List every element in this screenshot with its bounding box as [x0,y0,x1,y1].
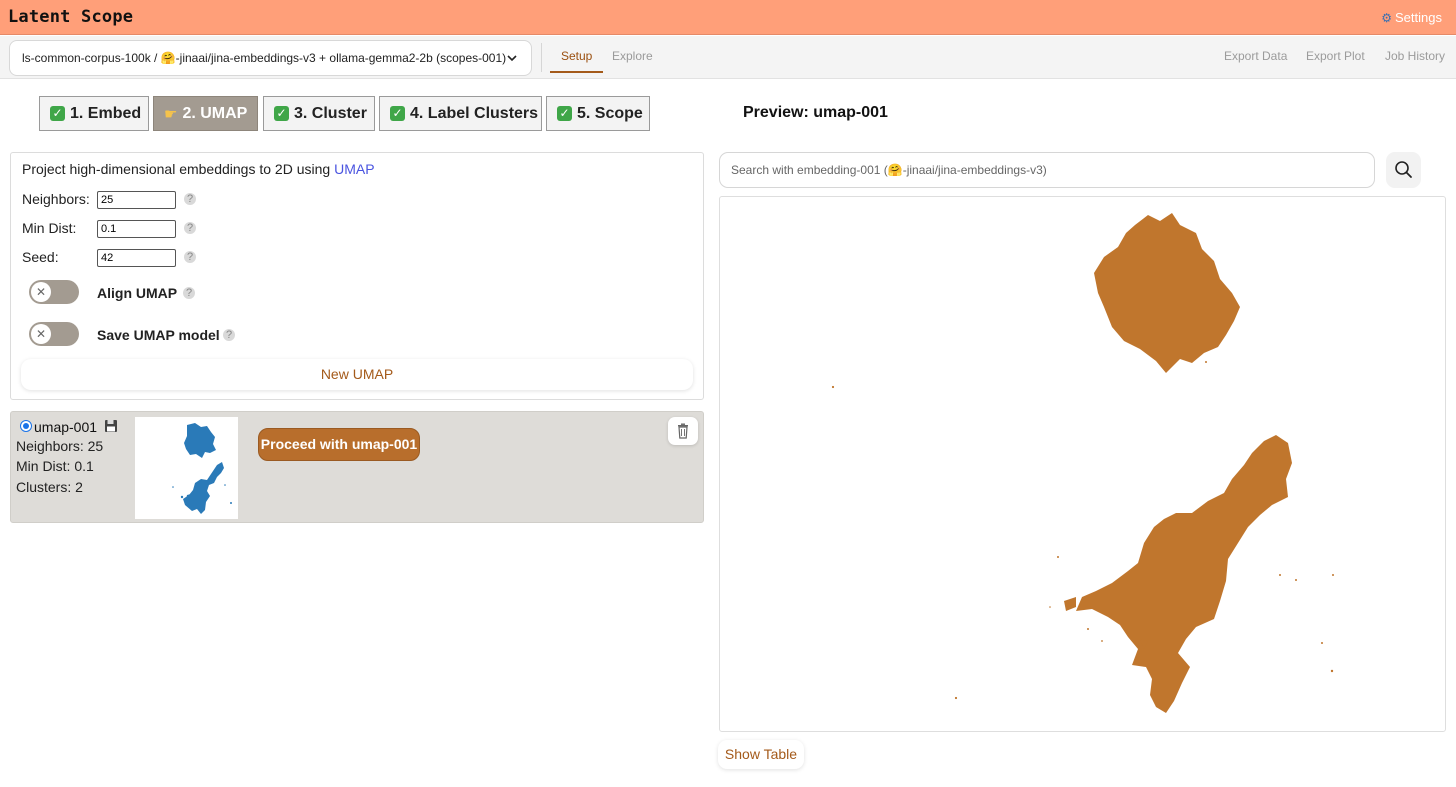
align-umap-label: Align UMAP [97,285,178,301]
help-icon[interactable]: ? [223,329,235,341]
step-label: 1. Embed [70,104,142,122]
umap-select-radio[interactable] [20,420,32,432]
step-umap[interactable]: ☛ 2. UMAP [153,96,258,131]
min-dist-label: Min Dist: [22,220,77,236]
preview-title: Preview: umap-001 [743,104,888,121]
search-placeholder: Search with embedding-001 (🤗-jinaai/jina… [731,163,1047,177]
search-input[interactable]: Search with embedding-001 (🤗-jinaai/jina… [719,152,1375,188]
close-icon: ✕ [31,282,51,302]
umap-clusters: Clusters: 2 [16,479,83,495]
umap-scatter-plot[interactable] [719,196,1446,732]
form-description: Project high-dimensional embeddings to 2… [22,161,375,177]
umap-docs-link[interactable]: UMAP [334,161,374,177]
umap-result-card: umap-001 Neighbors: 25 Min Dist: 0.1 Clu… [10,411,704,523]
divider [541,43,542,72]
check-icon: ✓ [274,106,289,121]
align-umap-toggle[interactable]: ✕ [29,280,79,304]
tab-explore[interactable]: Explore [612,49,653,63]
export-plot-link[interactable]: Export Plot [1306,49,1365,63]
export-data-link[interactable]: Export Data [1224,49,1287,63]
seed-label: Seed: [22,249,59,265]
save-umap-model-label: Save UMAP model [97,327,220,343]
upper-cluster [1094,213,1240,373]
umap-name: umap-001 [34,419,98,435]
umap-form: Project high-dimensional embeddings to 2… [10,152,704,400]
check-icon: ✓ [390,106,405,121]
umap-min-dist: Min Dist: 0.1 [16,458,94,474]
search-icon [1395,161,1412,178]
floppy-disk-icon [105,420,117,432]
neighbors-input[interactable] [97,191,176,209]
umap-thumbnail[interactable] [135,417,238,519]
description-text: Project high-dimensional embeddings to 2… [22,161,331,177]
step-cluster[interactable]: ✓ 3. Cluster [263,96,375,131]
scatter-canvas[interactable] [720,197,1446,732]
seed-input[interactable] [97,249,176,267]
tab-setup-underline [550,71,603,73]
min-dist-input[interactable] [97,220,176,238]
help-icon[interactable]: ? [184,193,196,205]
gear-icon: ⚙ [1381,10,1393,25]
check-icon: ✓ [557,106,572,121]
step-label: 3. Cluster [294,104,367,122]
check-icon: ✓ [50,106,65,121]
dataset-select-value: ls-common-corpus-100k / 🤗-jinaai/jina-em… [22,51,507,65]
step-label: 5. Scope [577,104,643,122]
settings-label: Settings [1395,10,1442,25]
new-umap-button[interactable]: New UMAP [21,359,693,390]
dataset-select[interactable]: ls-common-corpus-100k / 🤗-jinaai/jina-em… [9,40,532,76]
delete-umap-button[interactable] [668,417,698,445]
help-icon[interactable]: ? [183,287,195,299]
app-title[interactable]: Latent Scope [8,7,133,27]
chevron-down-icon [507,55,517,62]
lower-cluster [1076,435,1292,713]
trash-icon [678,423,688,439]
step-label-clusters[interactable]: ✓ 4. Label Clusters [379,96,542,131]
step-label: 4. Label Clusters [410,104,539,122]
proceed-button[interactable]: Proceed with umap-001 [258,428,420,461]
step-scope[interactable]: ✓ 5. Scope [546,96,650,131]
job-history-link[interactable]: Job History [1385,49,1445,63]
pointing-hand-icon: ☛ [164,105,178,123]
umap-neighbors: Neighbors: 25 [16,438,104,454]
step-label: 2. UMAP [182,104,248,122]
step-embed[interactable]: ✓ 1. Embed [39,96,149,131]
app-header: Latent Scope ⚙ Settings [0,0,1456,35]
dataset-toolbar: ls-common-corpus-100k / 🤗-jinaai/jina-em… [0,36,1456,79]
close-icon: ✕ [31,324,51,344]
settings-link[interactable]: ⚙ Settings [1381,10,1442,25]
show-table-button[interactable]: Show Table [718,740,804,769]
help-icon[interactable]: ? [184,222,196,234]
neighbors-label: Neighbors: [22,191,90,207]
tab-setup[interactable]: Setup [561,49,592,63]
search-button[interactable] [1386,152,1421,188]
help-icon[interactable]: ? [184,251,196,263]
save-umap-model-toggle[interactable]: ✕ [29,322,79,346]
